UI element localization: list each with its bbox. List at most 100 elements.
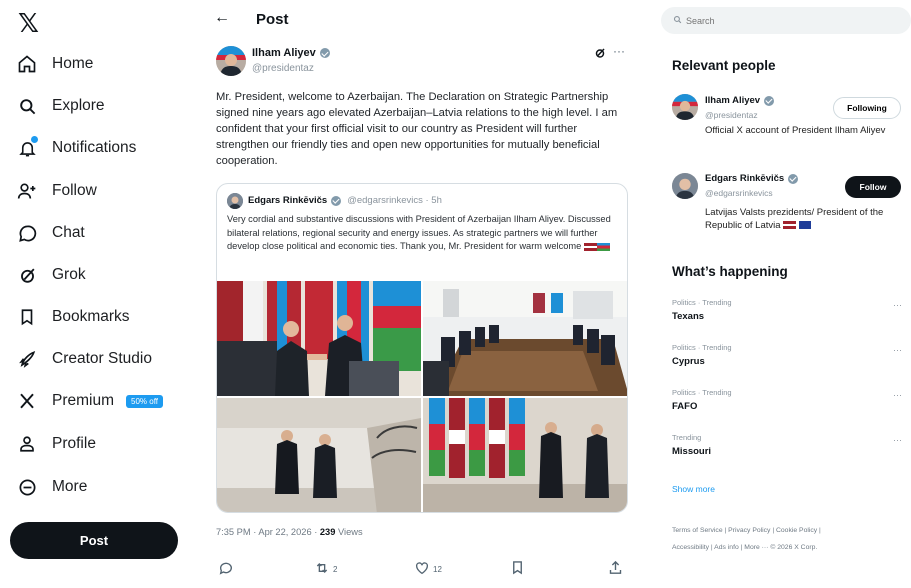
- trend-item[interactable]: Trending Missouri ···: [672, 433, 902, 467]
- reply-button[interactable]: [218, 560, 234, 578]
- verified-badge-icon: [764, 95, 775, 106]
- nav-notifications-label: Notifications: [52, 139, 137, 156]
- follow-button[interactable]: Follow: [845, 176, 901, 198]
- profile-icon: [14, 431, 40, 457]
- left-sidebar: 𝕏 Home Explore Notifications Follow Chat: [0, 0, 200, 588]
- verified-badge-icon: [331, 195, 342, 206]
- nav-chat-label: Chat: [52, 224, 85, 241]
- author-name[interactable]: Ilham Aliyev: [252, 47, 330, 59]
- right-sidebar: Relevant people Ilham Aliyev @presidenta…: [655, 0, 911, 588]
- author-handle[interactable]: @presidentaz: [252, 63, 314, 74]
- nav-chat[interactable]: Chat: [14, 216, 85, 250]
- post-more-icon[interactable]: ···: [613, 44, 625, 58]
- nav-bookmarks-label: Bookmarks: [52, 308, 130, 325]
- photo-meeting-table[interactable]: [423, 281, 627, 396]
- person-avatar[interactable]: [672, 94, 698, 120]
- search-icon: [14, 93, 40, 119]
- bookmark-button[interactable]: [510, 560, 525, 577]
- nav-bookmarks[interactable]: Bookmarks: [14, 300, 130, 334]
- nav-more[interactable]: More: [14, 470, 87, 504]
- nav-explore-label: Explore: [52, 97, 105, 114]
- quote-text: Very cordial and substantive discussions…: [227, 214, 611, 251]
- bell-icon: [14, 135, 40, 161]
- nav-notifications[interactable]: Notifications: [14, 131, 136, 165]
- person-handle: @edgarsrinkevics: [705, 188, 773, 198]
- page-title: Post: [256, 11, 289, 28]
- trend-item[interactable]: Politics · Trending Cyprus ···: [672, 343, 902, 377]
- quote-author-avatar: [227, 193, 243, 209]
- main-column: ← Post Ilham Aliyev @presidentaz ··· Mr.…: [204, 0, 640, 588]
- repost-icon: [314, 560, 330, 578]
- trend-more-icon[interactable]: ···: [893, 390, 902, 400]
- home-icon: [14, 51, 40, 77]
- post-text: Mr. President, welcome to Azerbaijan. Th…: [216, 91, 618, 167]
- person-bio: Latvijas Valsts prezidents/ President of…: [705, 207, 884, 231]
- azerbaijan-flag-icon: [596, 242, 610, 251]
- trend-item[interactable]: Politics · Trending Texans ···: [672, 298, 902, 332]
- nav-premium[interactable]: Premium 50% off: [14, 384, 163, 418]
- verified-badge-icon: [319, 48, 330, 58]
- quoted-post[interactable]: Edgars Rinkēvičs @edgarsrinkevics · 5h V…: [216, 183, 628, 513]
- reply-icon: [218, 560, 234, 578]
- person-avatar[interactable]: [672, 173, 698, 199]
- trend-item[interactable]: Politics · Trending FAFO ···: [672, 388, 902, 422]
- x-logo-icon[interactable]: 𝕏: [18, 8, 39, 39]
- nav-creator-studio-label: Creator Studio: [52, 350, 152, 367]
- verified-badge-icon: [788, 173, 799, 184]
- share-button[interactable]: [608, 560, 623, 577]
- nav-follow-label: Follow: [52, 182, 97, 199]
- grok-icon: [14, 262, 40, 288]
- repost-count: 2: [333, 564, 338, 574]
- chat-bubble-icon: [14, 220, 40, 246]
- bookmark-icon: [510, 560, 525, 577]
- nav-home[interactable]: Home: [14, 47, 93, 81]
- nav-creator-studio[interactable]: Creator Studio: [14, 342, 152, 376]
- post-actions: 2 12: [204, 560, 640, 582]
- nav-premium-label: Premium: [52, 392, 115, 409]
- person-name[interactable]: Edgars Rinkēvičs: [705, 173, 799, 184]
- back-arrow-icon[interactable]: ←: [214, 9, 230, 27]
- footer-links: Terms of Service | Privacy Policy | Cook…: [672, 527, 821, 551]
- more-circle-icon: [14, 474, 40, 500]
- search-input[interactable]: [686, 15, 886, 26]
- trend-more-icon[interactable]: ···: [893, 435, 902, 445]
- x-premium-icon: [14, 388, 40, 414]
- post-timestamp[interactable]: 7:35 PM · Apr 22, 2026 · 239 Views: [216, 527, 363, 537]
- notification-dot: [30, 135, 39, 144]
- latvia-flag-icon: [783, 221, 797, 230]
- person-handle: @presidentaz: [705, 110, 758, 120]
- grok-explain-icon[interactable]: [594, 47, 606, 62]
- photo-handshake[interactable]: [217, 281, 421, 396]
- bookmark-icon: [14, 304, 40, 330]
- relevant-people-title: Relevant people: [672, 58, 776, 73]
- nav-grok-label: Grok: [52, 266, 86, 283]
- trend-more-icon[interactable]: ···: [893, 345, 902, 355]
- eu-flag-icon: [798, 221, 811, 230]
- nav-profile-label: Profile: [52, 435, 96, 452]
- latvia-flag-icon: [583, 242, 597, 251]
- photo-flags-ceremony[interactable]: [423, 398, 627, 512]
- trend-more-icon[interactable]: ···: [893, 300, 902, 310]
- nav-profile[interactable]: Profile: [14, 427, 96, 461]
- person-name[interactable]: Ilham Aliyev: [705, 95, 775, 106]
- show-more-link[interactable]: Show more: [672, 484, 715, 494]
- like-count: 12: [433, 564, 442, 574]
- author-avatar[interactable]: [216, 46, 246, 76]
- nav-follow[interactable]: Follow: [14, 174, 97, 208]
- nav-explore[interactable]: Explore: [14, 89, 105, 123]
- nav-more-label: More: [52, 478, 88, 495]
- premium-discount-badge: 50% off: [126, 394, 163, 408]
- repost-button[interactable]: 2: [314, 560, 337, 578]
- person-bio: Official X account of President Ilham Al…: [705, 125, 886, 136]
- nav-home-label: Home: [52, 55, 94, 72]
- like-button[interactable]: 12: [414, 560, 442, 578]
- quote-author: Edgars Rinkēvičs @edgarsrinkevics · 5h: [248, 195, 442, 206]
- photo-walking-hall[interactable]: [217, 398, 421, 512]
- post-header: ← Post: [204, 0, 640, 40]
- nav-grok[interactable]: Grok: [14, 258, 86, 292]
- search-bar[interactable]: [661, 7, 911, 34]
- share-icon: [608, 560, 623, 577]
- whats-happening-title: What’s happening: [672, 264, 788, 279]
- following-button[interactable]: Following: [833, 97, 901, 119]
- post-button[interactable]: Post: [10, 522, 178, 559]
